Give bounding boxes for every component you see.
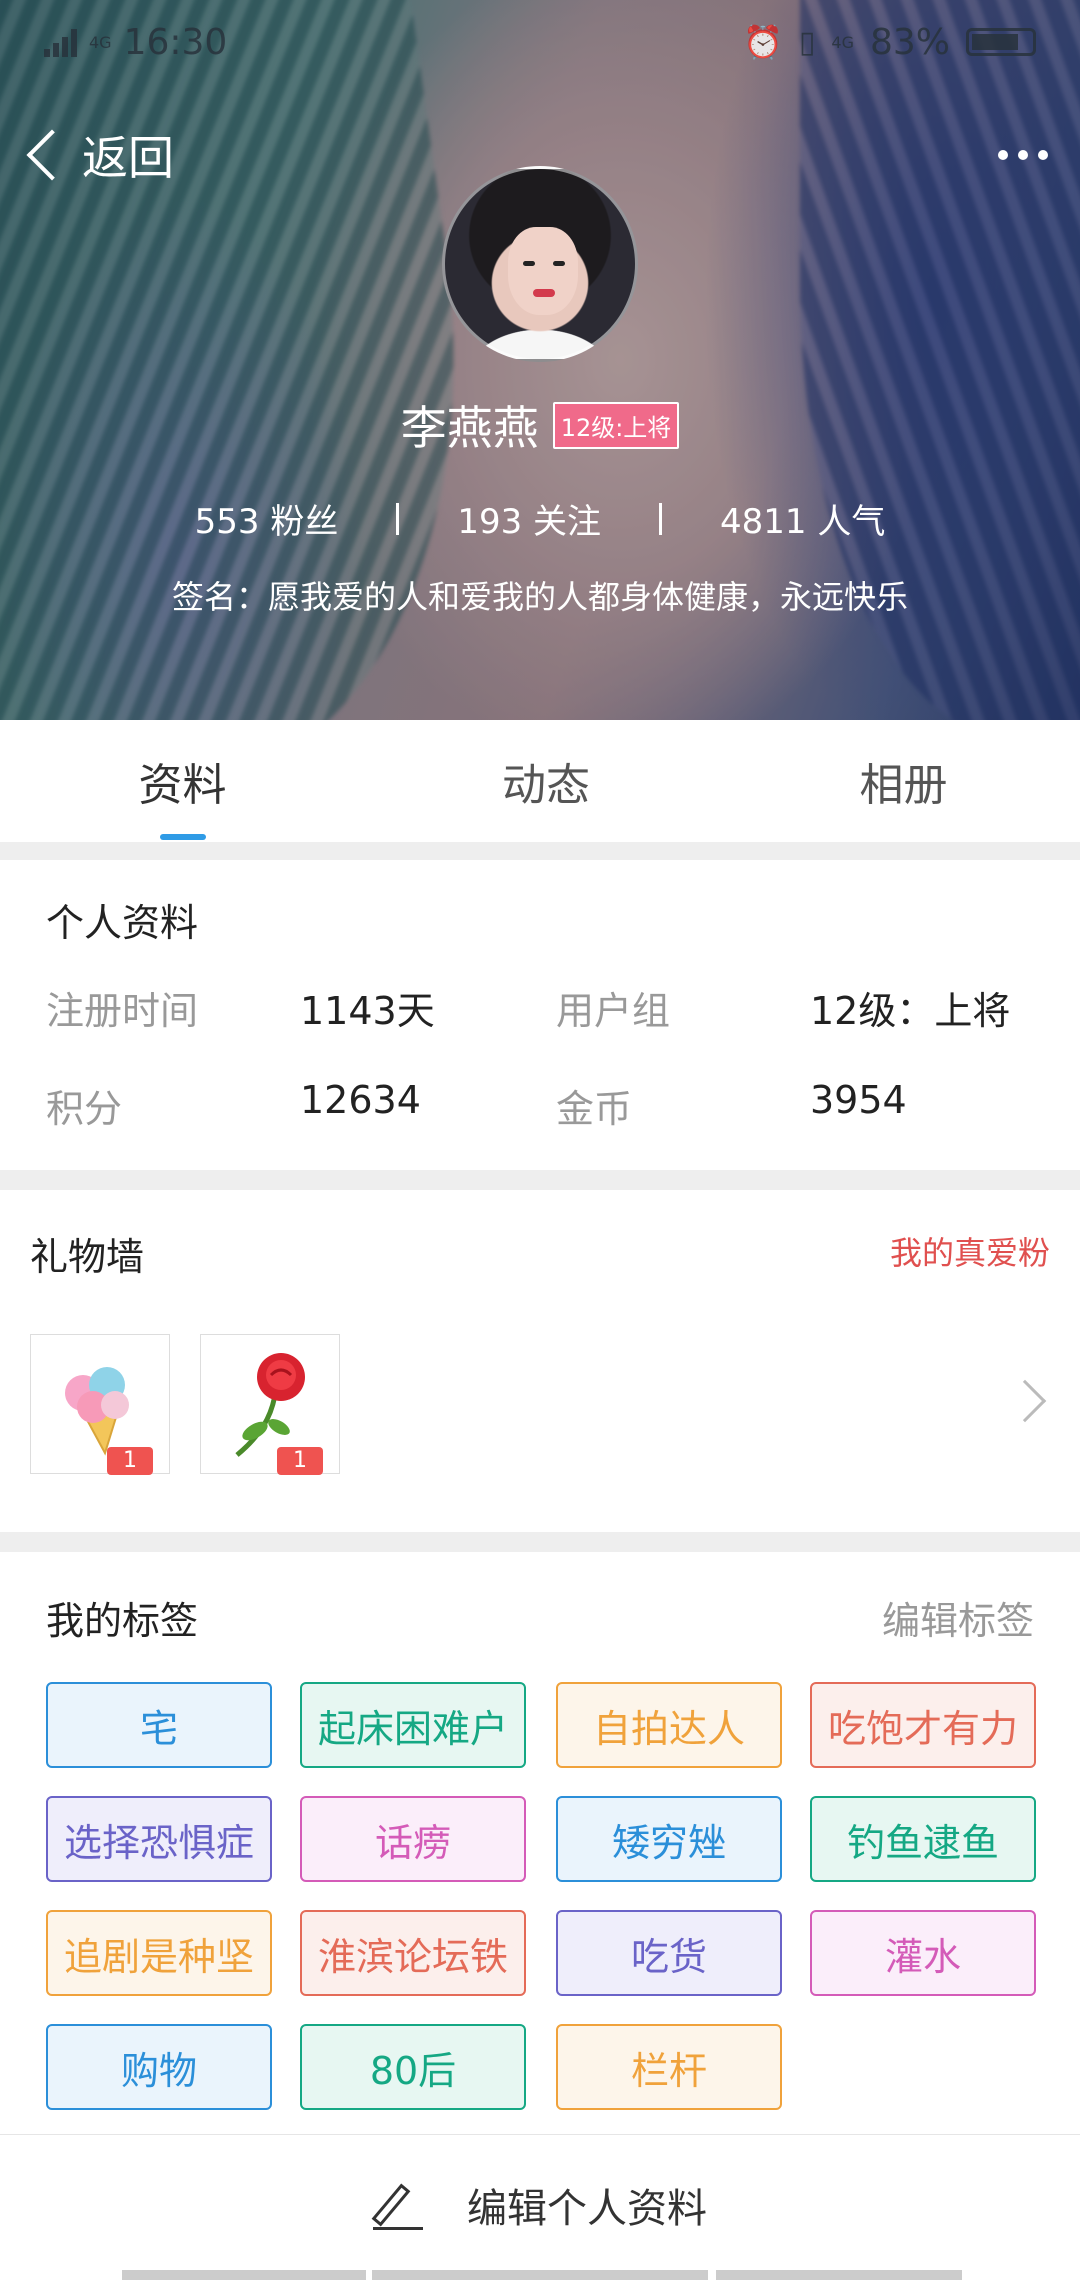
coins-label: 金币	[556, 1087, 633, 1131]
personal-info-title: 个人资料	[46, 901, 199, 945]
tag-chip[interactable]: 吃饱才有力	[810, 1682, 1036, 1768]
level-badge: 12级:上将	[552, 401, 680, 449]
section-divider	[0, 1170, 1080, 1190]
alarm-icon: ⏰	[743, 23, 783, 61]
tag-chip[interactable]: 矮穷矬	[556, 1796, 782, 1882]
gift-wall-section: 礼物墙 我的真爱粉 1 1	[0, 1190, 1080, 1532]
tag-chip[interactable]: 钓鱼逮鱼	[810, 1796, 1036, 1882]
tag-chip[interactable]: 购物	[46, 2024, 272, 2110]
user-name-row: 李燕燕 12级:上将	[0, 392, 1080, 458]
gift-item[interactable]: 1	[200, 1334, 340, 1475]
user-name: 李燕燕	[400, 401, 539, 455]
battery-percent: 83%	[869, 21, 950, 63]
gift-count-badge: 1	[277, 1447, 323, 1475]
chevron-right-icon[interactable]	[1003, 1379, 1047, 1423]
tag-chip[interactable]: 淮滨论坛铁	[300, 1910, 526, 1996]
more-dots-icon	[998, 150, 1008, 160]
vibrate-icon: ▯	[798, 24, 816, 60]
status-bar: 4G 16:30 ⏰ ▯ 4G 83%	[0, 0, 1080, 84]
tag-chip[interactable]: 起床困难户	[300, 1682, 526, 1768]
points-value: 12634	[300, 1078, 421, 1122]
back-button[interactable]: 返回	[22, 122, 174, 188]
following-count[interactable]: 193 关注	[399, 494, 659, 543]
bottom-bar: 编辑个人资料	[0, 2134, 1080, 2280]
signal-icon	[44, 27, 77, 57]
user-group-value: 12级：上将	[810, 989, 1011, 1033]
user-group-label: 用户组	[556, 989, 671, 1033]
tag-chip[interactable]: 选择恐惧症	[46, 1796, 272, 1882]
fans-count[interactable]: 553 粉丝	[137, 494, 397, 543]
tab-info[interactable]: 资料	[0, 720, 365, 842]
section-divider	[0, 842, 1080, 860]
stats-row: 553 粉丝 193 关注 4811 人气	[0, 494, 1080, 543]
tag-chip[interactable]: 话痨	[300, 1796, 526, 1882]
network-label-right: 4G	[831, 32, 854, 52]
true-fans-link[interactable]: 我的真爱粉	[890, 1228, 1050, 1274]
register-time-value: 1143天	[300, 989, 435, 1033]
my-tags-section: 我的标签 编辑标签 宅起床困难户 自拍达人 吃饱才有力选择恐惧症 话痨 矮穷矬 钓鱼逮鱼追…	[0, 1552, 1080, 2134]
tag-chip[interactable]: 宅	[46, 1682, 272, 1768]
popularity-count: 4811 人气	[720, 502, 886, 542]
tag-chip[interactable]: 栏杆	[556, 2024, 782, 2110]
register-time-label: 注册时间	[46, 989, 199, 1033]
status-time: 16:30	[123, 21, 228, 63]
back-label: 返回	[82, 131, 174, 185]
edit-tags-button[interactable]: 编辑标签	[882, 1590, 1034, 1645]
battery-icon	[966, 28, 1036, 56]
user-signature: 签名：愿我爱的人和爱我的人都身体健康，永远快乐	[171, 578, 908, 616]
my-tags-title: 我的标签	[46, 1599, 199, 1643]
tag-chip[interactable]: 灌水	[810, 1910, 1036, 1996]
tab-album[interactable]: 相册	[727, 720, 1080, 842]
tab-activity[interactable]: 动态	[365, 720, 727, 842]
avatar[interactable]	[442, 166, 638, 362]
gift-item[interactable]: 1	[30, 1334, 170, 1475]
tag-chip[interactable]: 吃货	[556, 1910, 782, 1996]
more-options-button[interactable]	[988, 130, 1058, 180]
tag-chip[interactable]: 追剧是种坚	[46, 1910, 272, 1996]
section-divider	[0, 1532, 1080, 1552]
pencil-icon	[371, 2180, 423, 2230]
points-label: 积分	[46, 1087, 123, 1131]
gift-wall-title: 礼物墙	[30, 1235, 145, 1279]
tag-chip[interactable]: 80后	[300, 2024, 526, 2110]
edit-profile-label: 编辑个人资料	[467, 2186, 707, 2232]
profile-tabs: 资料 动态 相册	[0, 720, 1080, 842]
tag-chip[interactable]: 自拍达人	[556, 1682, 782, 1768]
edit-profile-button[interactable]: 编辑个人资料	[0, 2135, 1080, 2275]
chevron-left-icon	[26, 129, 78, 181]
coins-value: 3954	[810, 1078, 907, 1122]
personal-info-section: 个人资料 注册时间 1143天 用户组 12级：上将 积分 12634 金币 3…	[0, 860, 1080, 1170]
network-label-left: 4G	[89, 32, 112, 52]
gift-count-badge: 1	[107, 1447, 153, 1475]
